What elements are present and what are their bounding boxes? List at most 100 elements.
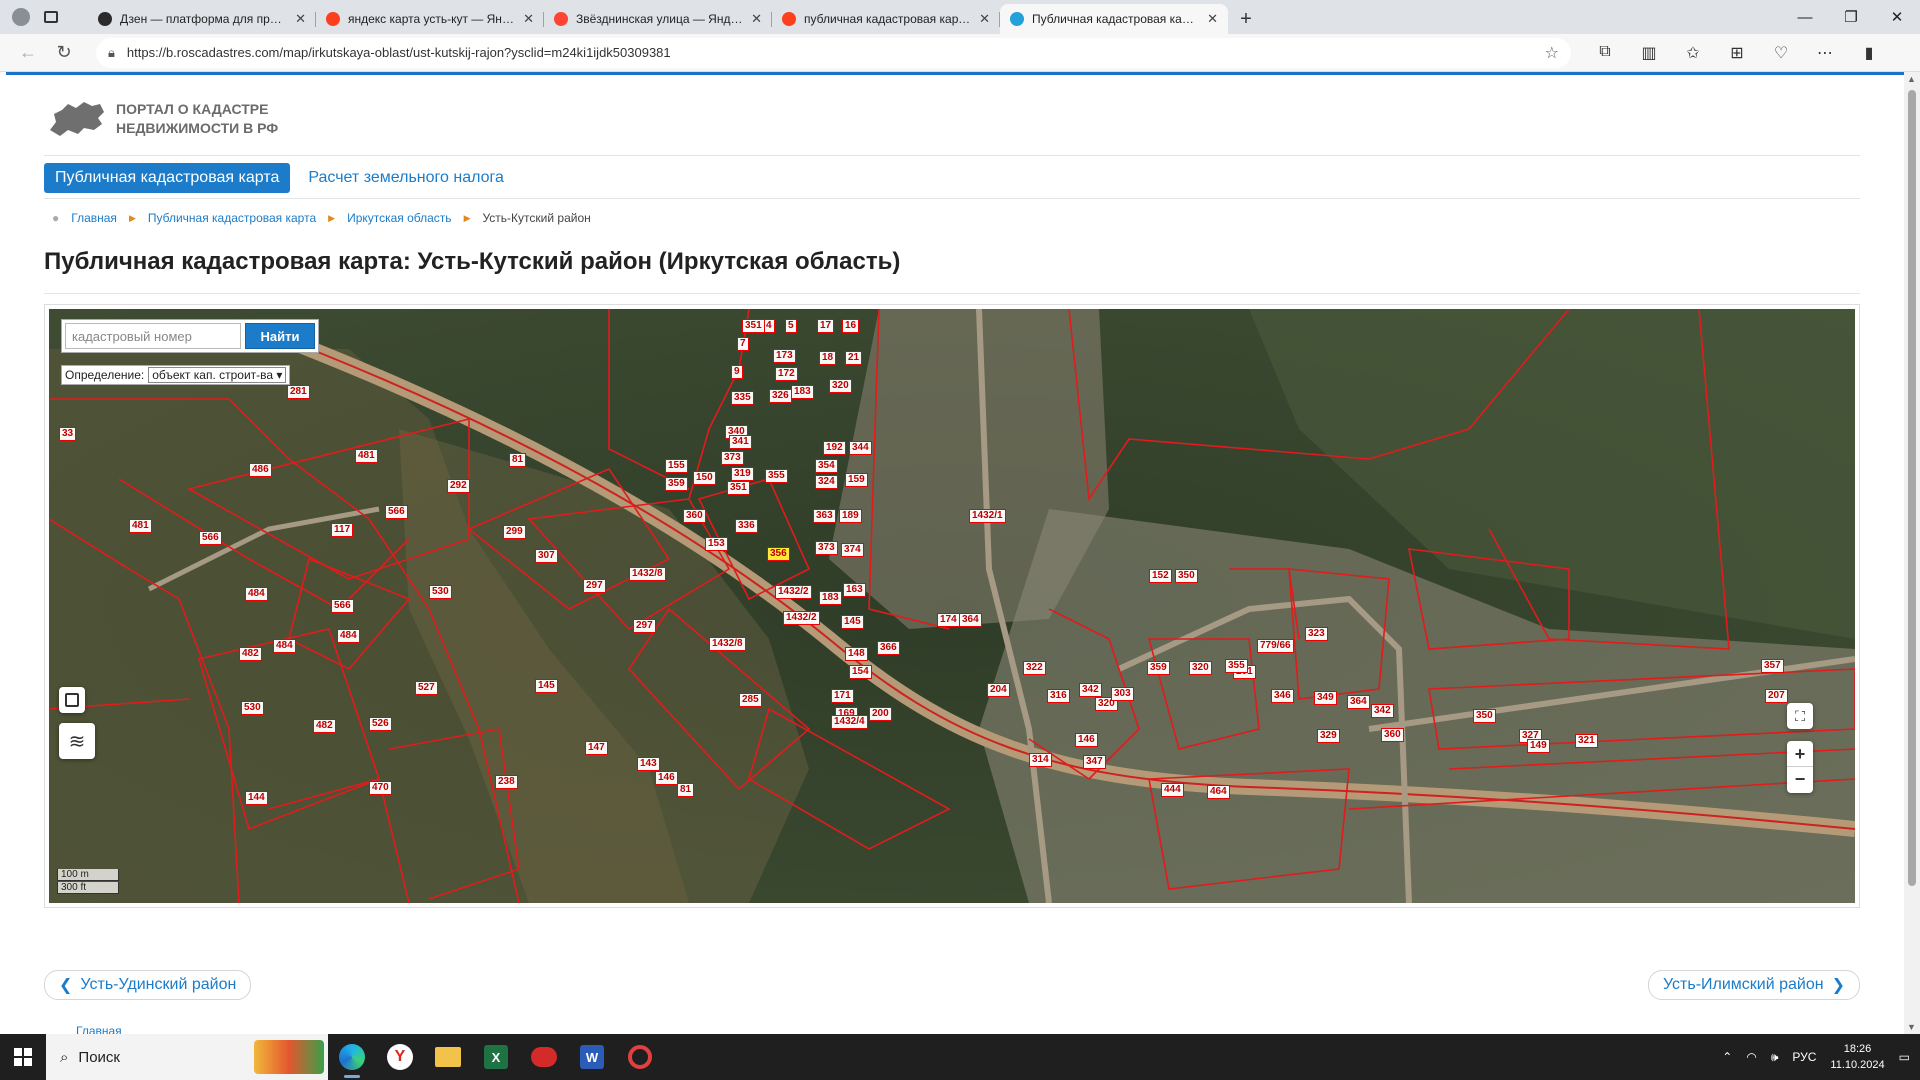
parcel-label[interactable]: 21 bbox=[845, 351, 863, 365]
taskbar-file-explorer[interactable] bbox=[424, 1034, 472, 1080]
browser-tab-active[interactable]: Публичная кадастровая карта: У ✕ bbox=[1000, 4, 1228, 34]
prev-district-link[interactable]: ❮ Усть-Удинский район bbox=[44, 970, 252, 1000]
parcel-label[interactable]: 530 bbox=[429, 585, 452, 599]
menu-item-land-tax[interactable]: Расчет земельного налога bbox=[304, 163, 508, 193]
parcel-label[interactable]: 527 bbox=[415, 681, 438, 695]
parcel-label[interactable]: 351 bbox=[727, 481, 750, 495]
sidebar-toggle-icon[interactable]: ▮ bbox=[1849, 43, 1889, 63]
parcel-label[interactable]: 322 bbox=[1023, 661, 1046, 675]
parcel-label[interactable]: 482 bbox=[313, 719, 336, 733]
parcel-label[interactable]: 350 bbox=[1175, 569, 1198, 583]
taskbar-search[interactable]: ⌕ Поиск bbox=[46, 1034, 328, 1080]
parcel-label[interactable]: 355 bbox=[1225, 659, 1248, 673]
taskbar-clock[interactable]: 18:26 11.10.2024 bbox=[1830, 1041, 1884, 1073]
site-info-icon[interactable]: 🔒︎ bbox=[108, 45, 115, 61]
parcel-label[interactable]: 779/66 bbox=[1257, 639, 1294, 653]
parcel-label[interactable]: 324 bbox=[815, 475, 838, 489]
parcel-label[interactable]: 354 bbox=[815, 459, 838, 473]
parcel-label[interactable]: 16 bbox=[842, 319, 860, 333]
parcel-label[interactable]: 150 bbox=[693, 471, 716, 485]
start-button[interactable] bbox=[0, 1034, 46, 1080]
taskbar-app[interactable] bbox=[520, 1034, 568, 1080]
parcel-label[interactable]: 566 bbox=[385, 505, 408, 519]
parcel-label-selected[interactable]: 356 bbox=[767, 547, 790, 561]
cadastral-map[interactable]: кадастровый номер Найти Определение: объ… bbox=[49, 309, 1855, 903]
parcel-label[interactable]: 159 bbox=[845, 473, 868, 487]
parcel-label[interactable]: 33 bbox=[59, 427, 77, 441]
parcel-label[interactable]: 18 bbox=[819, 351, 837, 365]
parcel-label[interactable]: 297 bbox=[633, 619, 656, 633]
parcel-label[interactable]: 373 bbox=[815, 541, 838, 555]
parcel-label[interactable]: 154 bbox=[849, 665, 872, 679]
close-tab-icon[interactable]: ✕ bbox=[1207, 11, 1218, 27]
parcel-label[interactable]: 152 bbox=[1149, 569, 1172, 583]
parcel-label[interactable]: 9 bbox=[731, 365, 743, 379]
parcel-label[interactable]: 323 bbox=[1305, 627, 1328, 641]
parcel-label[interactable]: 346 bbox=[1271, 689, 1294, 703]
parcel-label[interactable]: 484 bbox=[245, 587, 268, 601]
parcel-label[interactable]: 464 bbox=[1207, 785, 1230, 799]
parcel-label[interactable]: 297 bbox=[583, 579, 606, 593]
wifi-icon[interactable]: ◠ bbox=[1746, 1050, 1756, 1064]
parcel-label[interactable]: 292 bbox=[447, 479, 470, 493]
parcel-label[interactable]: 171 bbox=[831, 689, 854, 703]
favorite-star-icon[interactable]: ☆ bbox=[1545, 43, 1559, 63]
parcel-label[interactable]: 4 bbox=[763, 319, 775, 333]
taskbar-yandex-browser[interactable]: Y bbox=[376, 1034, 424, 1080]
parcel-label[interactable]: 281 bbox=[287, 385, 310, 399]
menu-item-cadastral-map[interactable]: Публичная кадастровая карта bbox=[44, 163, 291, 193]
parcel-label[interactable]: 7 bbox=[737, 337, 749, 351]
parcel-label[interactable]: 163 bbox=[843, 583, 866, 597]
parcel-label[interactable]: 155 bbox=[665, 459, 688, 473]
cadastral-number-input[interactable]: кадастровый номер bbox=[65, 323, 241, 349]
parcel-label[interactable]: 364 bbox=[1347, 695, 1370, 709]
scrollbar-thumb[interactable] bbox=[1908, 90, 1916, 886]
parcel-label[interactable]: 329 bbox=[1317, 729, 1340, 743]
parcel-label[interactable]: 530 bbox=[241, 701, 264, 715]
parcel-label[interactable]: 336 bbox=[735, 519, 758, 533]
parcel-label[interactable]: 342 bbox=[1079, 683, 1102, 697]
measure-tool-button[interactable] bbox=[59, 687, 85, 713]
parcel-label[interactable]: 189 bbox=[839, 509, 862, 523]
taskbar-word[interactable]: W bbox=[568, 1034, 616, 1080]
breadcrumb-region[interactable]: Иркутская область bbox=[347, 211, 452, 225]
parcel-label[interactable]: 172 bbox=[775, 367, 798, 381]
parcel-label[interactable]: 349 bbox=[1314, 691, 1337, 705]
parcel-label[interactable]: 200 bbox=[869, 707, 892, 721]
parcel-label[interactable]: 145 bbox=[535, 679, 558, 693]
parcel-label[interactable]: 299 bbox=[503, 525, 526, 539]
parcel-label[interactable]: 335 bbox=[731, 391, 754, 405]
url-text[interactable]: https://b.roscadastres.com/map/irkutskay… bbox=[127, 45, 1545, 60]
address-bar[interactable]: 🔒︎ https://b.roscadastres.com/map/irkuts… bbox=[96, 37, 1571, 68]
breadcrumb-map[interactable]: Публичная кадастровая карта bbox=[148, 211, 316, 225]
parcel-label[interactable]: 117 bbox=[331, 523, 354, 537]
parcel-label[interactable]: 17 bbox=[817, 319, 835, 333]
more-menu-icon[interactable]: ⋯ bbox=[1805, 43, 1845, 63]
back-icon[interactable]: ← bbox=[10, 42, 46, 63]
reload-icon[interactable]: ↻ bbox=[46, 42, 82, 63]
parcel-label[interactable]: 183 bbox=[791, 385, 814, 399]
restore-icon[interactable]: ❐ bbox=[1828, 8, 1874, 26]
parcel-label[interactable]: 303 bbox=[1111, 687, 1134, 701]
parcel-label[interactable]: 484 bbox=[337, 629, 360, 643]
definition-select[interactable]: объект кап. строит-ва ▾ bbox=[148, 367, 287, 383]
parcel-label[interactable]: 1432/1 bbox=[969, 509, 1006, 523]
parcel-label[interactable]: 351 bbox=[742, 319, 765, 333]
parcel-label[interactable]: 5 bbox=[785, 319, 797, 333]
parcel-label[interactable]: 470 bbox=[369, 781, 392, 795]
browser-tab[interactable]: Звёзднинская улица — Яндекс Ка ✕ bbox=[544, 4, 772, 34]
parcel-label[interactable]: 484 bbox=[273, 639, 296, 653]
parcel-label[interactable]: 341 bbox=[729, 435, 752, 449]
zoom-in-button[interactable]: + bbox=[1787, 741, 1813, 767]
parcel-label[interactable]: 347 bbox=[1083, 755, 1106, 769]
parcel-label[interactable]: 238 bbox=[495, 775, 518, 789]
parcel-label[interactable]: 1432/2 bbox=[783, 611, 820, 625]
parcel-label[interactable]: 192 bbox=[823, 441, 846, 455]
browser-tab[interactable]: Дзен — платформа для просмотра ✕ bbox=[88, 4, 316, 34]
parcel-label[interactable]: 81 bbox=[509, 453, 527, 467]
scroll-up-icon[interactable]: ▲ bbox=[1907, 74, 1916, 84]
parcel-label[interactable]: 144 bbox=[245, 791, 268, 805]
parcel-label[interactable]: 146 bbox=[1075, 733, 1098, 747]
browser-tab[interactable]: публичная кадастровая карта ус ✕ bbox=[772, 4, 1000, 34]
taskbar-excel[interactable]: X bbox=[472, 1034, 520, 1080]
